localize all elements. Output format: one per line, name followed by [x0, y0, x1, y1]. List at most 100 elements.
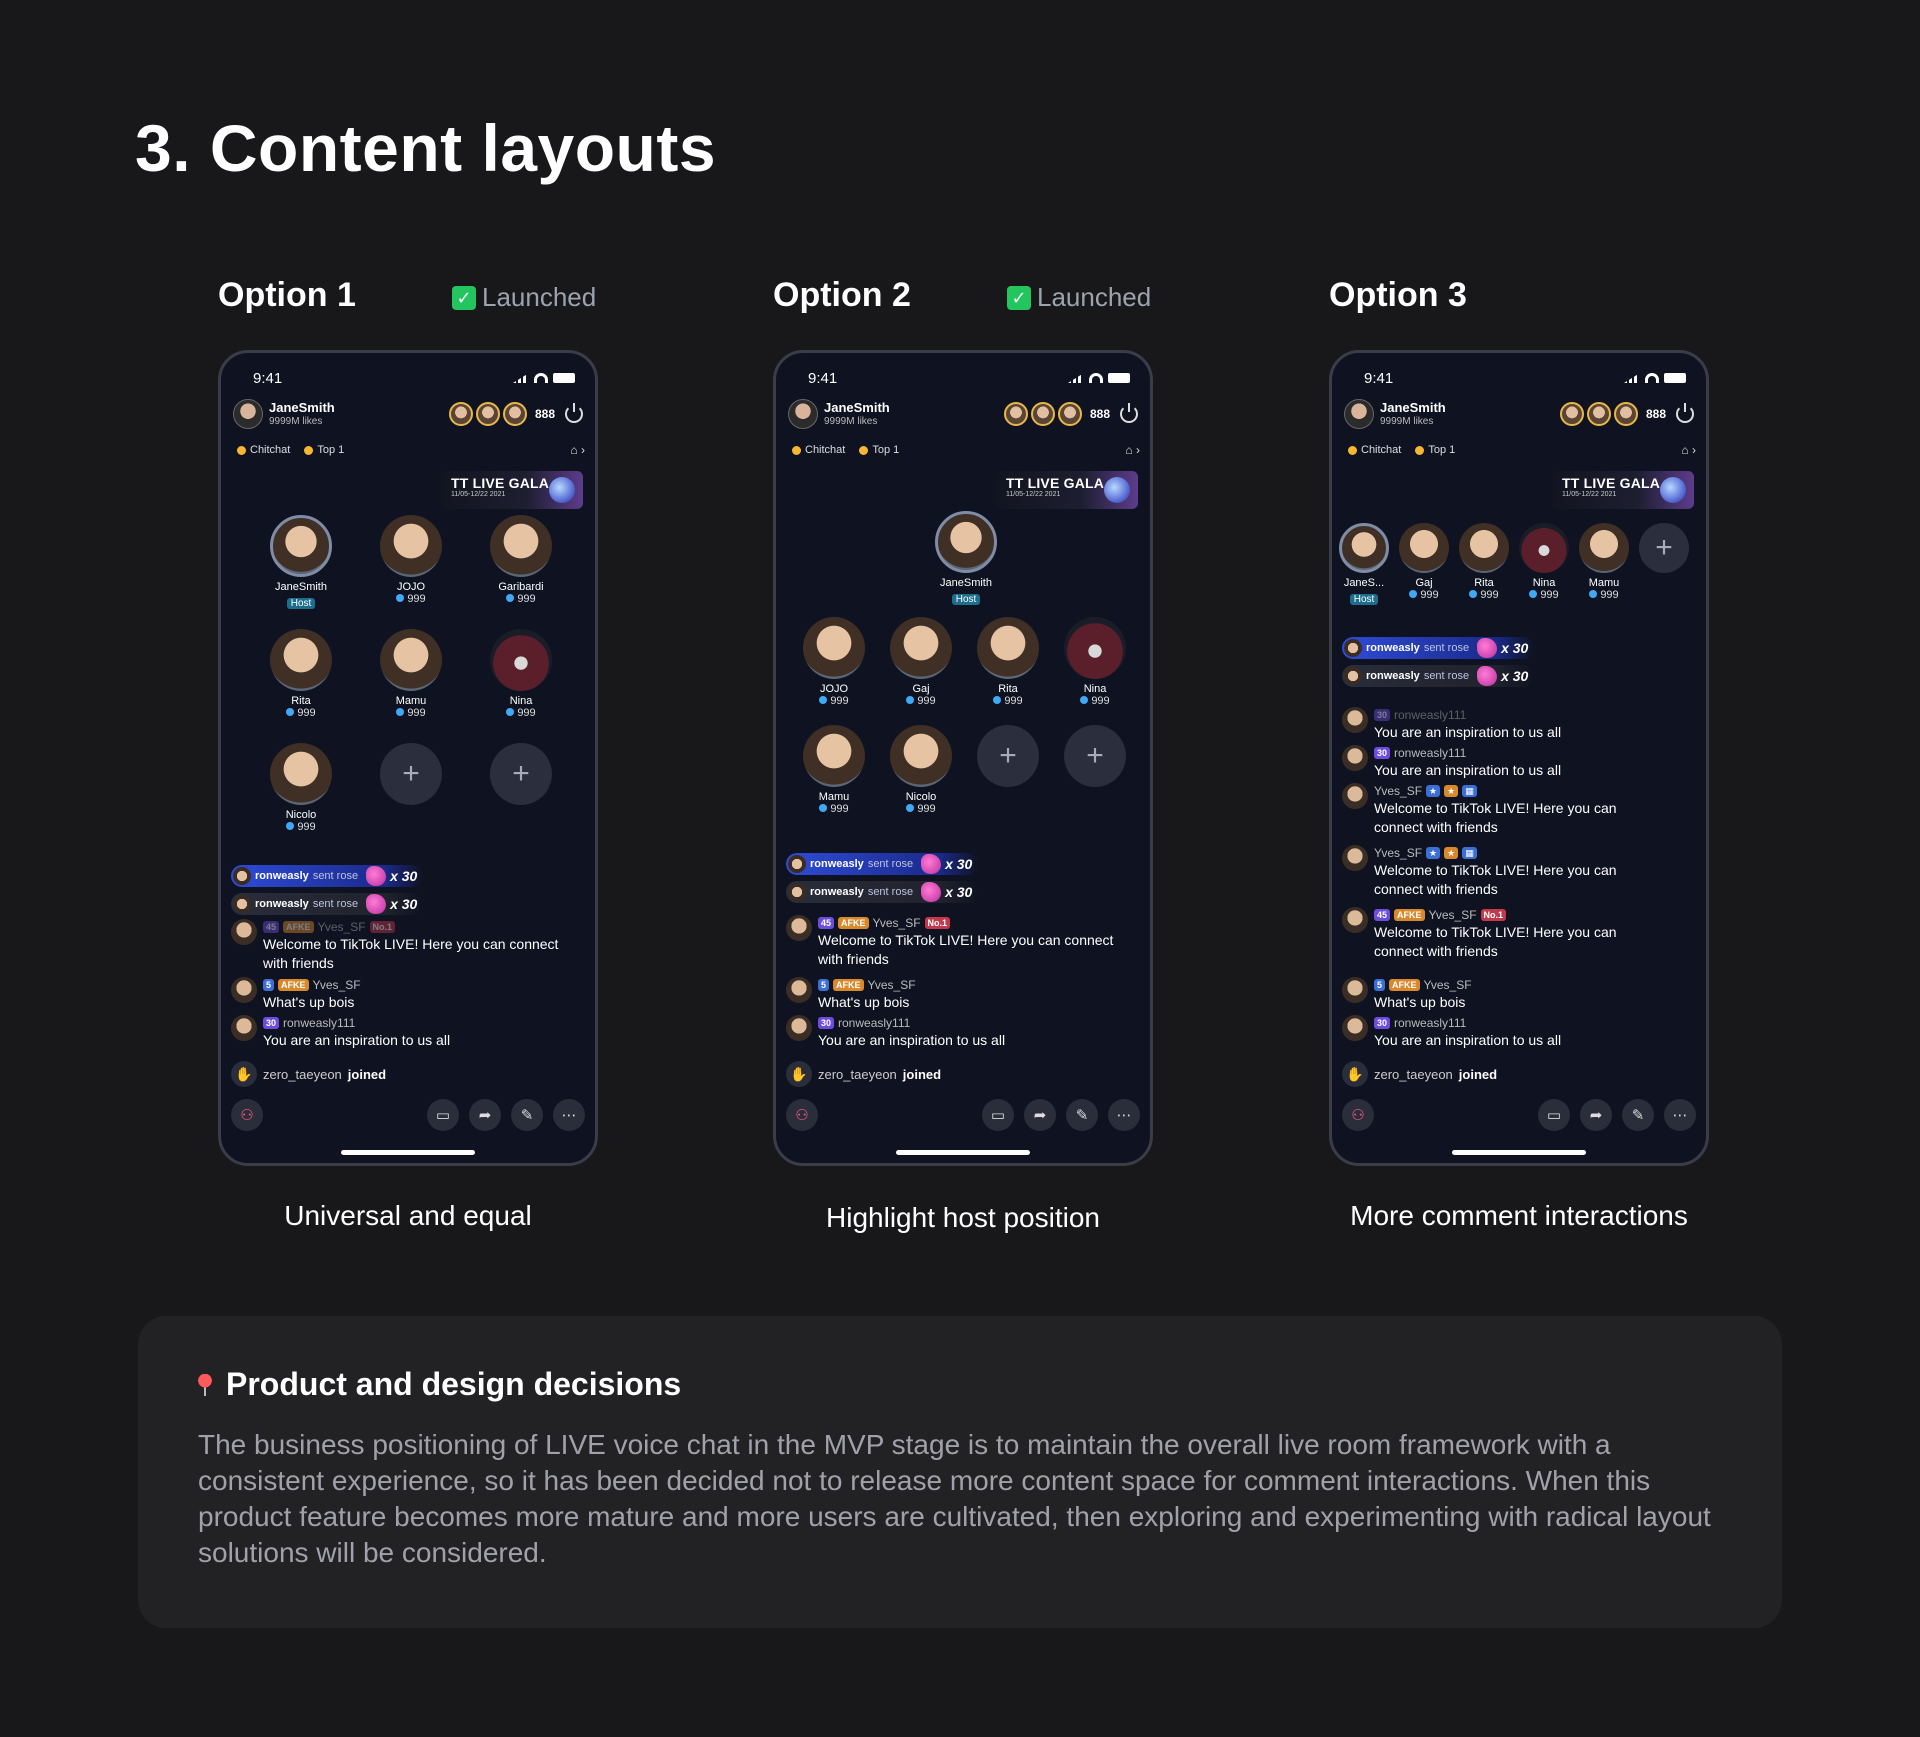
guests-icon[interactable]: ⚇ [786, 1099, 818, 1131]
gala-banner[interactable]: TT LIVE GALA 11/05-12/22 2021 [441, 471, 583, 509]
empty-seat[interactable]: + [1634, 523, 1694, 573]
status-bar: 9:41 [808, 367, 1130, 389]
seat[interactable]: Nina 999 [1514, 523, 1574, 601]
comment: 30 ronweasly111 You are an inspiration to … [231, 1015, 581, 1050]
avatar[interactable] [233, 399, 263, 429]
share-icon[interactable]: ➦ [469, 1099, 501, 1131]
seat[interactable]: Rita 999 [261, 629, 341, 719]
option-caption: Highlight host position [826, 1202, 1100, 1233]
wifi-icon [1089, 373, 1103, 383]
empty-seat[interactable]: + [371, 743, 451, 805]
launched-status: ✓ Launched [1007, 282, 1151, 313]
more-icon[interactable]: ⋯ [1108, 1099, 1140, 1131]
magic-wand-icon[interactable]: ✎ [1622, 1099, 1654, 1131]
more-icon[interactable]: ⋯ [553, 1099, 585, 1131]
host-bar: JaneSmith 9999M likes 888 [788, 398, 1138, 430]
comment-icon[interactable]: ▭ [982, 1099, 1014, 1131]
home-icon[interactable]: ⌂ › [570, 443, 585, 457]
seat[interactable]: Gaj 999 [881, 617, 961, 707]
battery-icon [1664, 373, 1686, 383]
option-title: Option 2 [773, 276, 911, 314]
avatar[interactable] [788, 399, 818, 429]
battery-icon [553, 373, 575, 383]
seat[interactable]: Mamu 999 [371, 629, 451, 719]
comment: 5 AFKE Yves_SF What's up bois [786, 977, 1136, 1012]
comment: 45 AFKE Yves_SF No.1 Welcome to TikTok LIVE!… [786, 915, 1136, 969]
planet-icon [1104, 477, 1130, 503]
joined-notice: ✋ zero_taeyeon joined [231, 1061, 386, 1087]
power-icon[interactable] [1120, 403, 1138, 423]
guests-icon[interactable]: ⚇ [1342, 1099, 1374, 1131]
comment: 30 ronweasly111 You are an inspiration to … [786, 1015, 1136, 1050]
viewer-avatars[interactable] [1559, 402, 1638, 426]
top-tag[interactable]: Top 1 [304, 444, 344, 456]
share-icon[interactable]: ➦ [1580, 1099, 1612, 1131]
joined-notice: ✋ zero_taeyeon joined [1342, 1061, 1497, 1087]
guests-icon[interactable]: ⚇ [231, 1099, 263, 1131]
seat[interactable]: Nicolo 999 [261, 743, 341, 833]
chitchat-tag[interactable]: Chitchat [1348, 444, 1401, 456]
host-bar: JaneSmith 9999M likes 888 [233, 398, 583, 430]
rose-icon [1477, 638, 1498, 658]
magic-wand-icon[interactable]: ✎ [511, 1099, 543, 1131]
wave-icon: ✋ [231, 1061, 257, 1087]
viewer-avatars[interactable] [448, 402, 527, 426]
top-tag[interactable]: Top 1 [859, 444, 899, 456]
home-icon[interactable]: ⌂ › [1125, 443, 1140, 457]
magic-wand-icon[interactable]: ✎ [1066, 1099, 1098, 1131]
seat[interactable]: Mamu 999 [794, 725, 874, 815]
seat[interactable]: Nina 999 [1055, 617, 1135, 707]
gala-banner[interactable]: TT LIVE GALA 11/05-12/22 2021 [1552, 471, 1694, 509]
gift-notice: ronweasly sent rose x 30 [786, 881, 979, 903]
comment-icon[interactable]: ▭ [427, 1099, 459, 1131]
rose-icon [1477, 666, 1498, 686]
seat[interactable]: JaneSmith Host [261, 515, 341, 611]
home-icon[interactable]: ⌂ › [1681, 443, 1696, 457]
bottom-toolbar: ⚇ ▭ ➦ ✎ ⋯ [786, 1099, 1140, 1131]
viewer-count[interactable]: 888 [1090, 407, 1110, 421]
phone-mockup: 9:41 JaneSmith 9999M likes 888 Chitchat T… [773, 350, 1153, 1166]
gift-notice: ronweasly sent rose x 30 [1342, 637, 1535, 659]
seat[interactable]: Rita 999 [1454, 523, 1514, 601]
power-icon[interactable] [565, 403, 583, 423]
phone-mockup: 9:41 JaneSmith 9999M likes 888 Chitchat T… [218, 350, 598, 1166]
seat[interactable]: JOJO 999 [371, 515, 451, 605]
comment: 45 AFKE Yves_SF No.1 Welcome to TikTok LIVE!… [231, 919, 581, 973]
gala-banner[interactable]: TT LIVE GALA 11/05-12/22 2021 [996, 471, 1138, 509]
seat[interactable]: JaneS... Host [1334, 523, 1394, 607]
comment-icon[interactable]: ▭ [1538, 1099, 1570, 1131]
comment: Yves_SF ★ ★ ▦ Welcome to TikTok LIVE! Here y… [1342, 783, 1692, 837]
seat[interactable]: Garibardi 999 [481, 515, 561, 605]
pin-icon [198, 1373, 212, 1396]
comment: Yves_SF ★ ★ ▦ Welcome to TikTok LIVE! Here y… [1342, 845, 1692, 899]
chitchat-tag[interactable]: Chitchat [237, 444, 290, 456]
seat[interactable]: JOJO 999 [794, 617, 874, 707]
signal-icon [1068, 373, 1084, 383]
avatar[interactable] [1344, 399, 1374, 429]
option-2: Option 2 ✓ Launched 9:41 JaneSmith 9999M … [773, 270, 1253, 1233]
seat[interactable]: Nicolo 999 [881, 725, 961, 815]
host-seat[interactable]: JaneSmith Host [926, 511, 1006, 607]
empty-seat[interactable]: + [1055, 725, 1135, 787]
seat[interactable]: Gaj 999 [1394, 523, 1454, 601]
viewer-count[interactable]: 888 [535, 407, 555, 421]
viewer-avatars[interactable] [1003, 402, 1082, 426]
more-icon[interactable]: ⋯ [1664, 1099, 1696, 1131]
viewer-count[interactable]: 888 [1646, 407, 1666, 421]
empty-seat[interactable]: + [968, 725, 1048, 787]
seat[interactable]: Nina 999 [481, 629, 561, 719]
option-3: Option 3 9:41 JaneSmith 9999M likes 888 C… [1329, 270, 1809, 1231]
comment: 45 AFKE Yves_SF No.1 Welcome to TikTok LIVE!… [1342, 907, 1692, 961]
share-icon[interactable]: ➦ [1024, 1099, 1056, 1131]
rose-icon [366, 866, 387, 886]
phone-mockup: 9:41 JaneSmith 9999M likes 888 Chitchat T… [1329, 350, 1709, 1166]
seat[interactable]: Mamu 999 [1574, 523, 1634, 601]
empty-seat[interactable]: + [481, 743, 561, 805]
gift-notice: ronweasly sent rose x 30 [231, 865, 424, 887]
wifi-icon [1645, 373, 1659, 383]
seat[interactable]: Rita 999 [968, 617, 1048, 707]
power-icon[interactable] [1676, 403, 1694, 423]
gift-notice: ronweasly sent rose x 30 [1342, 665, 1535, 687]
chitchat-tag[interactable]: Chitchat [792, 444, 845, 456]
top-tag[interactable]: Top 1 [1415, 444, 1455, 456]
